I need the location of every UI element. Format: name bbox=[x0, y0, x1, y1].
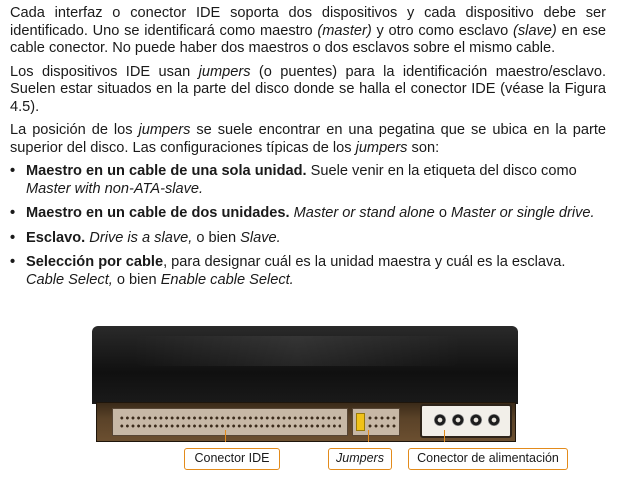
text-segment: Master with non-ATA-slave. bbox=[26, 180, 204, 197]
list-item: • Maestro en un cable de una sola unidad.… bbox=[10, 163, 606, 198]
hard-disk-body bbox=[92, 326, 518, 404]
bullet-glyph: • bbox=[10, 229, 16, 246]
ide-leader-line bbox=[225, 430, 226, 442]
jumper-block bbox=[352, 408, 400, 436]
list-item: • Esclavo. Drive is a slave, o bien Slave… bbox=[10, 230, 606, 248]
text-segment: o bien bbox=[112, 271, 161, 288]
text-segment: jumpers bbox=[198, 63, 251, 80]
ide-pins bbox=[119, 414, 341, 430]
text-segment: Master or single drive. bbox=[451, 205, 595, 221]
paragraph-1: Cada interfaz o conector IDE soporta dos… bbox=[10, 5, 606, 58]
power-leader-line bbox=[444, 430, 445, 442]
power-pin bbox=[452, 414, 464, 426]
text-segment: Drive is a slave, bbox=[89, 229, 193, 246]
text-segment: Maestro en un cable de dos unidades. bbox=[26, 205, 290, 221]
text-segment: o bbox=[434, 205, 452, 221]
paragraph-3: La posición de los jumpers se suele enco… bbox=[10, 122, 606, 157]
text-segment: Los dispositivos IDE usan bbox=[10, 63, 199, 80]
text-segment: , para designar cuál es la unidad maestr… bbox=[163, 254, 566, 270]
power-pin bbox=[434, 414, 446, 426]
jumpers-label: Jumpers bbox=[328, 448, 392, 470]
power-connector bbox=[420, 404, 512, 438]
text-segment: Suele venir en la etiqueta del disco com… bbox=[306, 163, 577, 179]
text-segment: Maestro en un cable de una sola unidad. bbox=[26, 163, 307, 179]
text-segment: La posición de los bbox=[10, 122, 139, 138]
power-pin bbox=[488, 414, 500, 426]
text-segment: jumpers bbox=[355, 139, 408, 156]
jumpers-leader-line bbox=[368, 430, 369, 442]
text-segment: (slave) bbox=[512, 22, 557, 39]
text-segment: son: bbox=[407, 139, 440, 156]
text-segment: Esclavo. bbox=[26, 229, 86, 246]
power-pin bbox=[470, 414, 482, 426]
power-connector-label: Conector de alimentación bbox=[408, 448, 568, 470]
jumper-cap bbox=[356, 413, 365, 431]
text-segment: Enable cable Select. bbox=[160, 271, 294, 288]
body-text: Cada interfaz o conector IDE soporta dos… bbox=[10, 5, 606, 296]
text-segment: jumpers bbox=[138, 122, 191, 138]
text-segment: Master or stand alone bbox=[293, 205, 435, 221]
jumper-pins bbox=[367, 414, 397, 430]
list-item: • Maestro en un cable de dos unidades. Ma… bbox=[10, 205, 606, 223]
ide-connector bbox=[112, 408, 348, 436]
bullet-glyph: • bbox=[10, 254, 16, 270]
paragraph-2: Los dispositivos IDE usan jumpers (o pue… bbox=[10, 64, 606, 117]
text-segment: y otro como esclavo bbox=[371, 22, 513, 39]
text-segment: (master) bbox=[317, 22, 372, 39]
hard-disk-figure: Conector IDE Jumpers Conector de aliment… bbox=[92, 326, 568, 476]
ide-connector-label: Conector IDE bbox=[184, 448, 280, 470]
text-segment: o bien bbox=[192, 229, 241, 246]
bullet-glyph: • bbox=[10, 205, 16, 221]
document-page: Cada interfaz o conector IDE soporta dos… bbox=[0, 0, 620, 480]
text-segment: Selección por cable bbox=[26, 254, 164, 270]
text-segment: Slave. bbox=[240, 229, 281, 246]
bullet-glyph: • bbox=[10, 163, 16, 179]
jumper-config-list: • Maestro en un cable de una sola unidad.… bbox=[10, 163, 606, 289]
text-segment: Cable Select, bbox=[26, 271, 113, 288]
list-item: • Selección por cable, para designar cuál… bbox=[10, 254, 606, 289]
